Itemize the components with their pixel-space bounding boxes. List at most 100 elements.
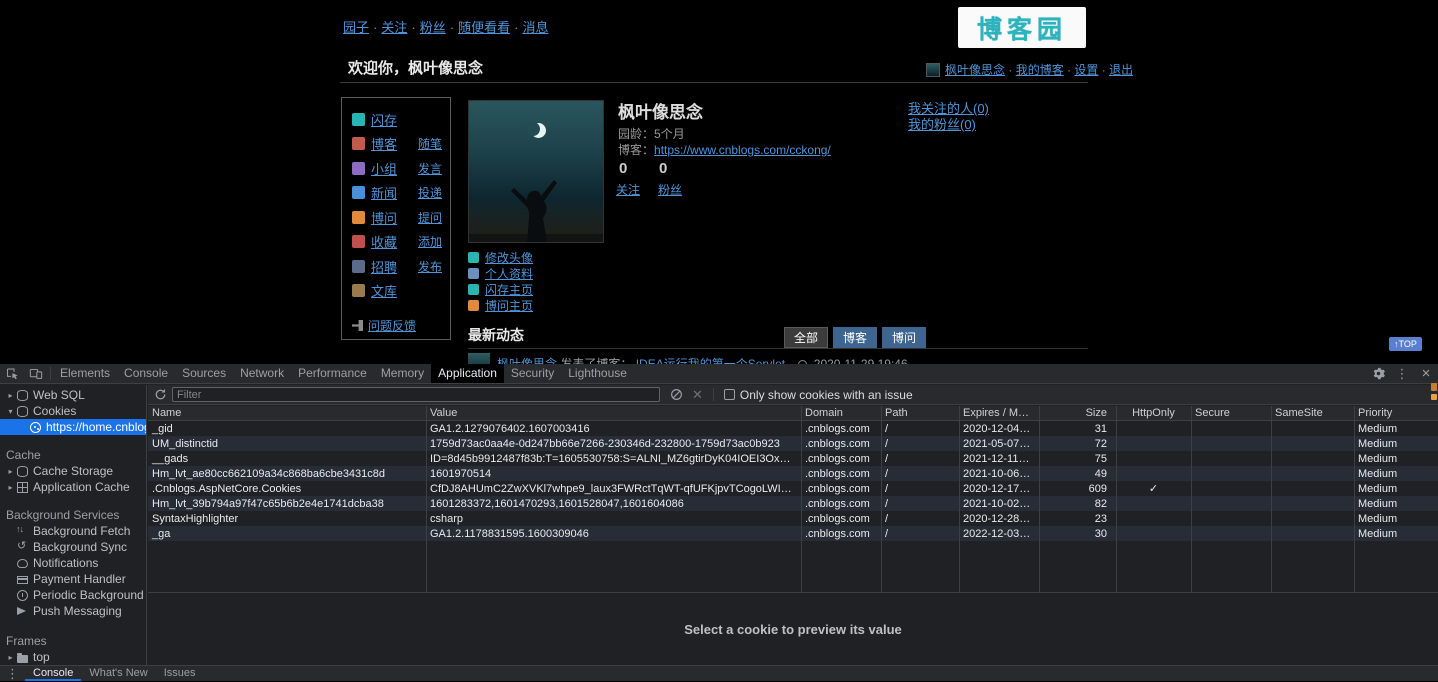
inspect-element-icon[interactable]: [0, 364, 24, 383]
column-header[interactable]: HttpOnly: [1116, 407, 1191, 419]
cookies-filter-input[interactable]: [172, 387, 660, 402]
table-row[interactable]: __gadsID=8d45b9912487f83b:T=1605530758:S…: [148, 451, 1438, 466]
sidebar-item-background-sync[interactable]: Background Sync: [0, 539, 146, 555]
drawer-tab-issues[interactable]: Issues: [156, 666, 204, 681]
devtools-close-icon[interactable]: ×: [1414, 364, 1438, 383]
column-header[interactable]: Path: [881, 407, 959, 419]
sidebar-item-background-fetch[interactable]: Background Fetch: [0, 523, 146, 539]
tab-console[interactable]: Console: [117, 364, 175, 383]
menu-action-link[interactable]: 添加: [418, 233, 442, 250]
column-header[interactable]: Domain: [801, 407, 881, 419]
cnblogs-logo[interactable]: 博客园: [958, 7, 1086, 48]
drawer-tab-console[interactable]: Console: [25, 666, 81, 681]
user-link[interactable]: 退出: [1109, 63, 1133, 77]
tab-memory[interactable]: Memory: [374, 364, 431, 383]
menu-item-link[interactable]: 文库: [371, 281, 397, 300]
nav-link[interactable]: 粉丝: [420, 20, 446, 35]
nav-link[interactable]: 消息: [522, 20, 548, 35]
sidebar-item-application-cache[interactable]: ▸Application Cache: [0, 479, 146, 495]
profile-action-link[interactable]: 闪存主页: [485, 281, 533, 298]
profile-action-link[interactable]: 博问主页: [485, 297, 533, 314]
sidebar-item-push-messaging[interactable]: Push Messaging: [0, 603, 146, 619]
settings-gear-icon[interactable]: [1366, 364, 1390, 383]
refresh-icon[interactable]: [148, 388, 172, 401]
sidebar-item-payment-handler[interactable]: Payment Handler: [0, 571, 146, 587]
profile-action-link[interactable]: 个人资料: [485, 265, 533, 282]
back-to-top-button[interactable]: ↑TOP: [1389, 337, 1422, 351]
delete-selected-icon[interactable]: ✕: [692, 387, 703, 403]
column-header[interactable]: Name: [148, 407, 426, 419]
table-row[interactable]: Hm_lvt_39b794a97f47c65b6b2e4e1741dcba381…: [148, 496, 1438, 511]
menu-action-link[interactable]: 发言: [418, 160, 442, 177]
table-row[interactable]: Hm_lvt_ae80cc662109a34c868ba6cbe3431c8d1…: [148, 466, 1438, 481]
table-row[interactable]: UM_distinctid1759d73ac0aa4e-0d247bb66e72…: [148, 436, 1438, 451]
tab-performance[interactable]: Performance: [291, 364, 374, 383]
tab-network[interactable]: Network: [233, 364, 291, 383]
sidebar-item-cache-storage[interactable]: ▸Cache Storage: [0, 463, 146, 479]
devtools-menu-icon[interactable]: ⋮: [1390, 364, 1414, 383]
menu-action-link[interactable]: 发布: [418, 258, 442, 275]
column-header[interactable]: Priority: [1354, 407, 1438, 419]
following-link[interactable]: 关注: [616, 181, 640, 198]
menu-item-link[interactable]: 博问: [371, 208, 397, 227]
menu-item-link[interactable]: 招聘: [371, 257, 397, 276]
menu-row: 博客 随笔: [352, 132, 442, 157]
user-link[interactable]: 枫叶像思念: [945, 63, 1005, 77]
menu-action-link[interactable]: 提问: [418, 209, 442, 226]
tab-security[interactable]: Security: [504, 364, 561, 383]
feed-tab[interactable]: 博问: [882, 327, 926, 348]
menu-item-link[interactable]: 小组: [371, 159, 397, 178]
cookies-table: NameValueDomainPathExpires / Max-A…SizeH…: [148, 406, 1438, 593]
sidebar-item-top[interactable]: ▸top: [0, 649, 146, 665]
clear-all-cookies-icon[interactable]: [670, 388, 683, 401]
user-avatar-thumb[interactable]: [926, 63, 940, 77]
table-row[interactable]: _gaGA1.2.1178831595.1600309046.cnblogs.c…: [148, 526, 1438, 541]
column-header[interactable]: SameSite: [1271, 407, 1354, 419]
feed-tab[interactable]: 全部: [784, 327, 828, 348]
nav-link[interactable]: 随便看看: [458, 20, 510, 35]
tab-lighthouse[interactable]: Lighthouse: [561, 364, 634, 383]
feed-tab[interactable]: 博客: [833, 327, 877, 348]
nav-link[interactable]: 园子: [343, 20, 369, 35]
table-row[interactable]: _gidGA1.2.1279076402.1607003416.cnblogs.…: [148, 421, 1438, 436]
blog-url-link[interactable]: https://www.cnblogs.com/cckong/: [654, 143, 831, 157]
feed-post-link[interactable]: IDEA运行我的第一个Servlet: [636, 357, 785, 364]
profile-action-link[interactable]: 修改头像: [485, 249, 533, 266]
nav-link[interactable]: 关注: [381, 20, 407, 35]
tab-application[interactable]: Application: [431, 364, 504, 383]
scrollbar-markers[interactable]: [1431, 383, 1437, 403]
column-header[interactable]: Expires / Max-A…: [959, 407, 1039, 419]
follow-link[interactable]: 我关注的人(0): [908, 101, 989, 117]
cell-expires: 2021-10-06T07:…: [959, 468, 1039, 480]
followers-link[interactable]: 粉丝: [658, 181, 682, 198]
welcome-text: 欢迎你，枫叶像思念: [348, 57, 483, 78]
sidebar-item-periodic-background-sync[interactable]: Periodic Background Sync: [0, 587, 146, 603]
menu-item-link[interactable]: 收藏: [371, 232, 397, 251]
table-row[interactable]: SyntaxHighlightercsharp.cnblogs.com/2020…: [148, 511, 1438, 526]
user-link[interactable]: 设置: [1074, 63, 1098, 77]
menu-action-link[interactable]: 随笔: [418, 135, 442, 152]
tab-elements[interactable]: Elements: [53, 364, 117, 383]
menu-item-link[interactable]: 新闻: [371, 183, 397, 202]
tab-sources[interactable]: Sources: [175, 364, 233, 383]
issues-only-checkbox[interactable]: [724, 389, 735, 400]
menu-item-link[interactable]: 博客: [371, 134, 397, 153]
drawer-tab-what-s-new[interactable]: What's New: [81, 666, 155, 681]
drawer-menu-icon[interactable]: ⋮: [6, 666, 19, 682]
sidebar-item-https-home-cnblogs-co[interactable]: https://home.cnblogs.co: [0, 419, 146, 435]
feedback-link[interactable]: 问题反馈: [368, 317, 416, 334]
menu-action-link[interactable]: 投递: [418, 184, 442, 201]
follow-link[interactable]: 我的粉丝(0): [908, 117, 989, 133]
column-header[interactable]: Size: [1039, 407, 1116, 419]
sidebar-item-cookies[interactable]: ▾Cookies: [0, 403, 146, 419]
column-header[interactable]: Secure: [1191, 407, 1271, 419]
device-toolbar-icon[interactable]: [24, 364, 48, 383]
sidebar-item-notifications[interactable]: Notifications: [0, 555, 146, 571]
menu-item-link[interactable]: 闪存: [371, 110, 397, 129]
feed-item-avatar[interactable]: [468, 353, 490, 364]
feed-user-link[interactable]: 枫叶像思念: [497, 357, 557, 364]
column-header[interactable]: Value: [426, 407, 801, 419]
table-row[interactable]: .Cnblogs.AspNetCore.CookiesCfDJ8AHUmC2Zw…: [148, 481, 1438, 496]
user-link[interactable]: 我的博客: [1016, 63, 1064, 77]
sidebar-item-web-sql[interactable]: ▸Web SQL: [0, 387, 146, 403]
